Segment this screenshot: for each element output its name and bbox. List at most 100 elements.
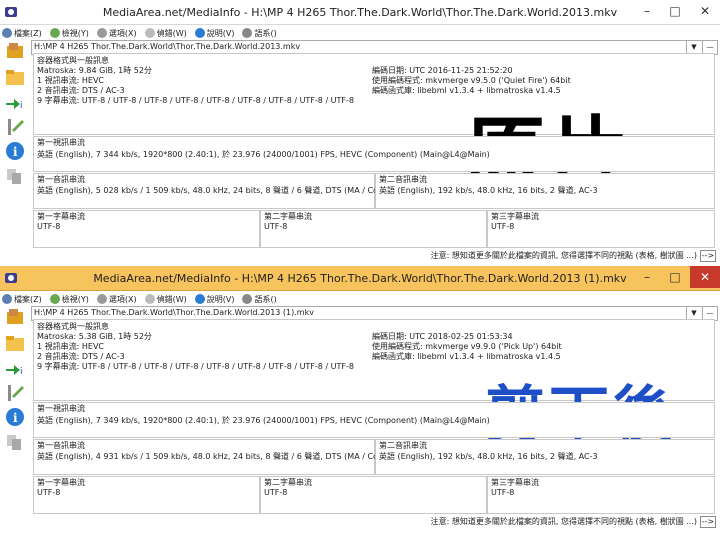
menu-view[interactable]: 檢視(Y): [49, 294, 89, 305]
original-window: MediaArea.net/MediaInfo - H:\MP 4 H265 T…: [0, 0, 720, 266]
about-icon[interactable]: i: [4, 140, 26, 162]
view-menu-icon: [49, 28, 60, 38]
sub1-line: UTF-8: [37, 488, 61, 497]
maximize-button[interactable]: □: [660, 0, 690, 22]
audio1-panel: 第一音訊串流 英語 (English), 4 931 kb/s / 1 509 …: [33, 439, 389, 475]
audio2-panel: 第二音訊串流 英語 (English), 192 kb/s, 48.0 kHz,…: [375, 173, 715, 209]
menu-help[interactable]: 說明(V): [194, 28, 234, 39]
sub3-header: 第三字幕串流: [491, 212, 539, 221]
svg-text:i: i: [13, 145, 18, 159]
menu-options[interactable]: 選項(X): [96, 28, 137, 39]
close-button[interactable]: ✕: [690, 0, 720, 22]
sub1-line: UTF-8: [37, 222, 61, 231]
audio2-line: 英語 (English), 192 kb/s, 48.0 kHz, 16 bit…: [379, 452, 598, 461]
general-subtitle-line: 9 字幕串流: UTF-8 / UTF-8 / UTF-8 / UTF-8 / …: [37, 96, 355, 105]
preferences-icon[interactable]: [4, 382, 26, 404]
audio1-line: 英語 (English), 4 931 kb/s / 1 509 kb/s, 4…: [37, 452, 390, 461]
trimmed-window: MediaArea.net/MediaInfo - H:\MP 4 H265 T…: [0, 266, 720, 560]
open-folder-icon[interactable]: [4, 332, 26, 354]
audio1-header: 第一音訊串流: [37, 441, 85, 450]
help-menu-icon: [194, 28, 205, 38]
debug-menu-icon: [144, 294, 155, 304]
open-folder-icon[interactable]: [4, 66, 26, 88]
audio1-line: 英語 (English), 5 028 kb/s / 1 509 kb/s, 4…: [37, 186, 390, 195]
left-toolbar: i i: [0, 40, 30, 266]
window-title: MediaArea.net/MediaInfo - H:\MP 4 H265 T…: [102, 6, 618, 19]
svg-text:i: i: [20, 367, 23, 377]
audio1-panel: 第一音訊串流 英語 (English), 5 028 kb/s / 1 509 …: [33, 173, 389, 209]
open-file-icon[interactable]: [4, 306, 26, 328]
left-toolbar: i i: [0, 306, 30, 560]
status-bar: 注意: 想知道更多關於此檔案的資訊, 您得選擇不同的視點 (表格, 樹狀圖 ..…: [431, 516, 716, 528]
sub2-line: UTF-8: [264, 222, 288, 231]
sub2-header: 第二字幕串流: [264, 212, 312, 221]
sub3-line: UTF-8: [491, 488, 515, 497]
writing-library: 編碼函式庫: libebml v1.3.4 + libmatroska v1.4…: [372, 352, 561, 361]
minimize-button[interactable]: –: [632, 266, 662, 288]
next-view-button[interactable]: -->: [700, 516, 716, 528]
options-menu-icon: [96, 294, 107, 304]
knowledge-base-icon[interactable]: [4, 432, 26, 454]
sub3-line: UTF-8: [491, 222, 515, 231]
menu-bar: 檔案(Z) 檢視(Y) 選項(X) 偵錯(W) 說明(V) 語系(): [0, 25, 720, 41]
help-menu-icon: [194, 294, 205, 304]
status-text: 注意: 想知道更多關於此檔案的資訊, 您得選擇不同的視點 (表格, 樹狀圖 ..…: [430, 517, 697, 526]
sub1-panel: 第一字幕串流 UTF-8: [33, 210, 260, 248]
file-path: H:\MP 4 H265 Thor.The.Dark.World\Thor.Th…: [34, 42, 301, 51]
sub1-panel: 第一字幕串流 UTF-8: [33, 476, 260, 514]
title-bar[interactable]: MediaArea.net/MediaInfo - H:\MP 4 H265 T…: [0, 266, 720, 291]
language-menu-icon: [242, 28, 253, 38]
audio1-header: 第一音訊串流: [37, 175, 85, 184]
status-bar: 注意: 想知道更多關於此檔案的資訊, 您得選擇不同的視點 (表格, 樹狀圖 ..…: [431, 250, 716, 262]
export-icon[interactable]: i: [4, 358, 26, 380]
video-line: 英語 (English), 7 344 kb/s, 1920*800 (2.40…: [37, 150, 490, 159]
general-subtitle-line: 9 字幕串流: UTF-8 / UTF-8 / UTF-8 / UTF-8 / …: [37, 362, 355, 371]
audio2-header: 第二音訊串流: [379, 441, 427, 450]
sub3-panel: 第三字幕串流 UTF-8: [487, 476, 715, 514]
close-button[interactable]: ✕: [690, 266, 720, 288]
menu-file[interactable]: 檔案(Z): [2, 294, 42, 305]
open-file-icon[interactable]: [4, 40, 26, 62]
debug-menu-icon: [144, 28, 155, 38]
menu-file[interactable]: 檔案(Z): [2, 28, 42, 39]
audio2-line: 英語 (English), 192 kb/s, 48.0 kHz, 16 bit…: [379, 186, 598, 195]
sub2-panel: 第二字幕串流 UTF-8: [260, 476, 487, 514]
audio2-panel: 第二音訊串流 英語 (English), 192 kb/s, 48.0 kHz,…: [375, 439, 715, 475]
svg-text:i: i: [20, 101, 23, 111]
preferences-icon[interactable]: [4, 116, 26, 138]
about-icon[interactable]: i: [4, 406, 26, 428]
main-area: i i H:\MP 4 H265 Thor.The.Dark.World\Tho…: [0, 40, 720, 266]
audio2-header: 第二音訊串流: [379, 175, 427, 184]
file-menu-icon: [2, 28, 12, 38]
sub2-panel: 第二字幕串流 UTF-8: [260, 210, 487, 248]
language-menu-icon: [242, 294, 253, 304]
export-icon[interactable]: i: [4, 92, 26, 114]
title-bar[interactable]: MediaArea.net/MediaInfo - H:\MP 4 H265 T…: [0, 0, 720, 25]
menu-language[interactable]: 語系(): [242, 294, 277, 305]
status-text: 注意: 想知道更多關於此檔案的資訊, 您得選擇不同的視點 (表格, 樹狀圖 ..…: [430, 251, 697, 260]
menu-language[interactable]: 語系(): [242, 28, 277, 39]
svg-text:i: i: [13, 411, 18, 425]
sub2-line: UTF-8: [264, 488, 288, 497]
options-menu-icon: [96, 28, 107, 38]
sub2-header: 第二字幕串流: [264, 478, 312, 487]
knowledge-base-icon[interactable]: [4, 166, 26, 188]
file-menu-icon: [2, 294, 12, 304]
video-stream-panel: 第一視訊串流 英語 (English), 7 344 kb/s, 1920*80…: [33, 136, 715, 172]
menu-view[interactable]: 檢視(Y): [49, 28, 89, 39]
next-view-button[interactable]: -->: [700, 250, 716, 262]
menu-debug[interactable]: 偵錯(W): [144, 294, 187, 305]
sub3-panel: 第三字幕串流 UTF-8: [487, 210, 715, 248]
video-header: 第一視訊串流: [37, 138, 85, 147]
file-path: H:\MP 4 H265 Thor.The.Dark.World\Thor.Th…: [34, 308, 314, 317]
menu-debug[interactable]: 偵錯(W): [144, 28, 187, 39]
minimize-button[interactable]: –: [632, 0, 662, 22]
view-menu-icon: [49, 294, 60, 304]
main-area: i i H:\MP 4 H265 Thor.The.Dark.World\Tho…: [0, 306, 720, 560]
sub1-header: 第一字幕串流: [37, 212, 85, 221]
sub3-header: 第三字幕串流: [491, 478, 539, 487]
menu-help[interactable]: 說明(V): [194, 294, 234, 305]
video-header: 第一視訊串流: [37, 404, 85, 413]
menu-options[interactable]: 選項(X): [96, 294, 137, 305]
maximize-button[interactable]: □: [660, 266, 690, 288]
